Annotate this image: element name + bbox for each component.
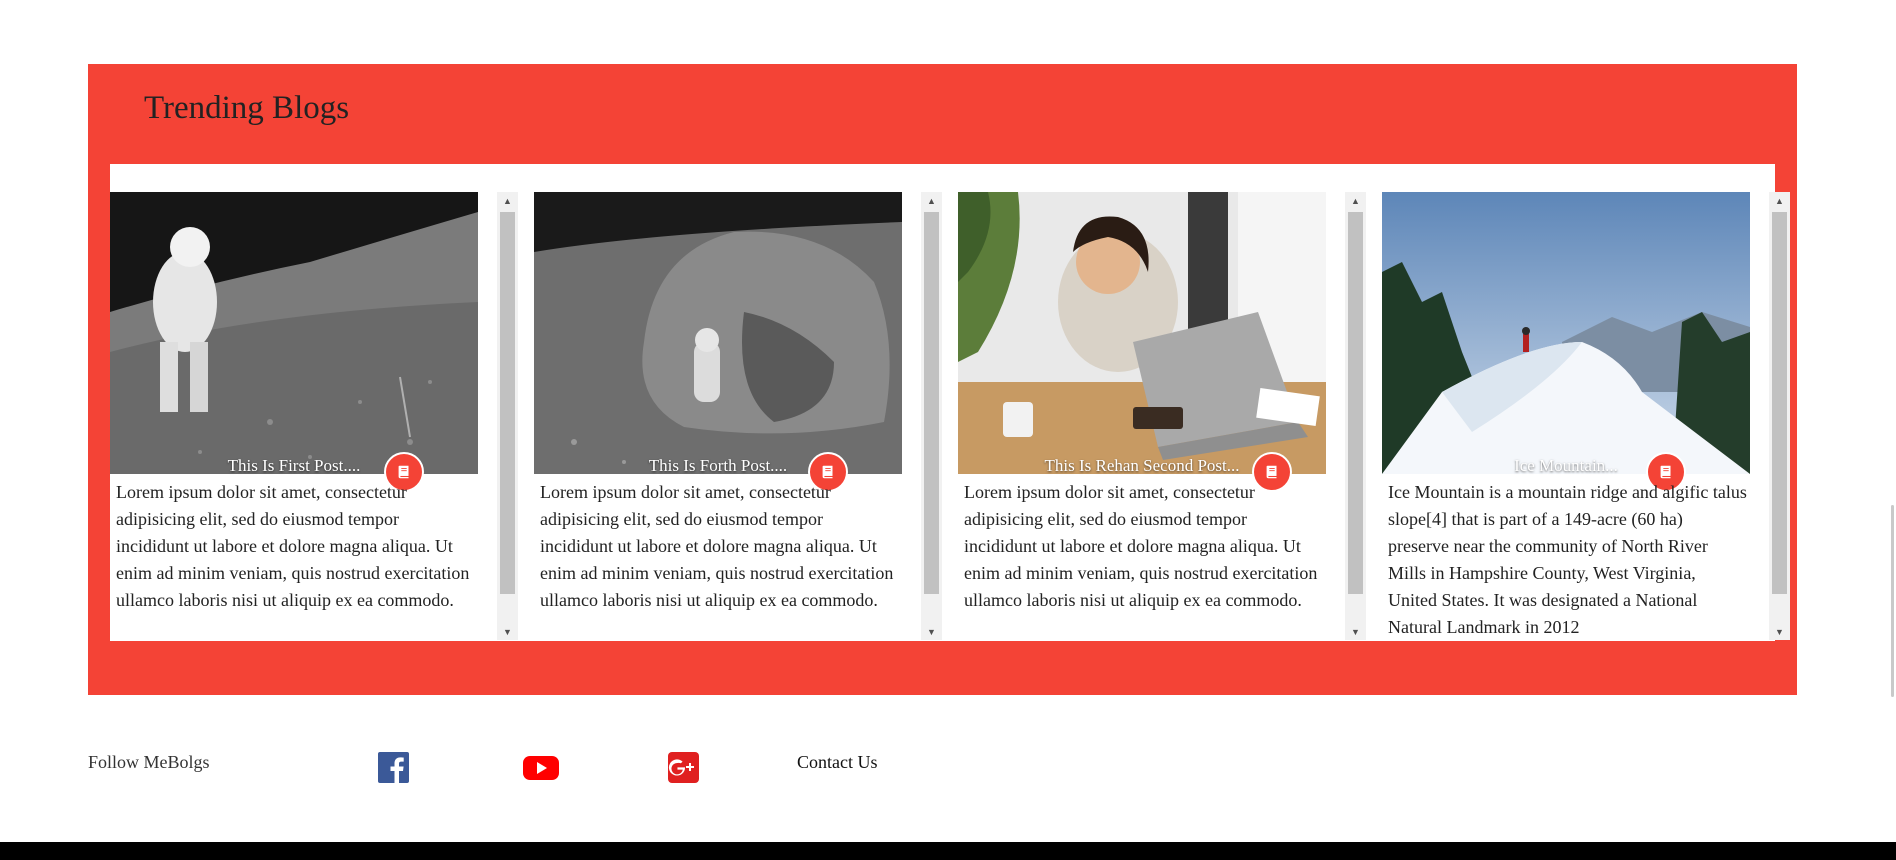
scroll-up-arrow-icon[interactable]: ▲ — [921, 192, 942, 209]
blog-card[interactable]: This Is First Post.... Lorem ipsum dolor… — [110, 192, 518, 640]
google-plus-icon[interactable] — [668, 752, 699, 783]
scroll-up-arrow-icon[interactable]: ▲ — [1769, 192, 1790, 209]
card-scrollbar[interactable]: ▲ ▼ — [1769, 192, 1790, 640]
blog-card-image — [1382, 192, 1750, 474]
cards-container: This Is First Post.... Lorem ipsum dolor… — [110, 164, 1790, 641]
blog-card-image — [110, 192, 478, 474]
blog-card[interactable]: Ice Mountain... Ice Mountain is a mounta… — [1382, 192, 1790, 640]
blog-card-text: Lorem ipsum dolor sit amet, consectetur … — [540, 482, 894, 610]
facebook-icon[interactable] — [378, 752, 409, 783]
scrollbar-thumb[interactable] — [1348, 212, 1363, 594]
blog-card[interactable]: This Is Forth Post.... Lorem ipsum dolor… — [534, 192, 942, 640]
contact-us-link[interactable]: Contact Us — [797, 752, 878, 773]
page-scrollbar-thumb[interactable] — [1891, 505, 1894, 697]
follow-label: Follow MeBolgs — [88, 752, 210, 772]
blog-card-image — [958, 192, 1326, 474]
scrollbar-thumb[interactable] — [1772, 212, 1787, 594]
scroll-down-arrow-icon[interactable]: ▼ — [921, 623, 942, 640]
scrollbar-thumb[interactable] — [500, 212, 515, 594]
card-scrollbar[interactable]: ▲ ▼ — [497, 192, 518, 640]
scroll-down-arrow-icon[interactable]: ▼ — [497, 623, 518, 640]
page-scrollbar[interactable] — [1879, 0, 1896, 842]
scroll-up-arrow-icon[interactable]: ▲ — [1345, 192, 1366, 209]
scrollbar-thumb[interactable] — [924, 212, 939, 594]
blog-card[interactable]: This Is Rehan Second Post... Lorem ipsum… — [958, 192, 1366, 640]
scroll-up-arrow-icon[interactable]: ▲ — [497, 192, 518, 209]
section-title: Trending Blogs — [144, 90, 350, 126]
card-scrollbar[interactable]: ▲ ▼ — [1345, 192, 1366, 640]
footer-row: Follow MeBolgs Contact Us — [88, 740, 988, 790]
bottom-bar — [0, 842, 1896, 860]
card-scrollbar[interactable]: ▲ ▼ — [921, 192, 942, 640]
blog-card-title: Ice Mountain... — [1514, 456, 1618, 475]
youtube-icon[interactable] — [523, 752, 559, 783]
blog-card-image — [534, 192, 902, 474]
blog-card-text: Lorem ipsum dolor sit amet, consectetur … — [964, 482, 1318, 610]
blog-card-text: Ice Mountain is a mountain ridge and alg… — [1388, 482, 1747, 637]
scroll-down-arrow-icon[interactable]: ▼ — [1345, 623, 1366, 640]
blog-card-text: Lorem ipsum dolor sit amet, consectetur … — [116, 482, 470, 610]
scroll-down-arrow-icon[interactable]: ▼ — [1769, 623, 1790, 640]
trending-blogs-section: Trending Blogs This Is First Post.... Lo… — [88, 64, 1797, 695]
page: Trending Blogs This Is First Post.... Lo… — [0, 0, 1896, 860]
